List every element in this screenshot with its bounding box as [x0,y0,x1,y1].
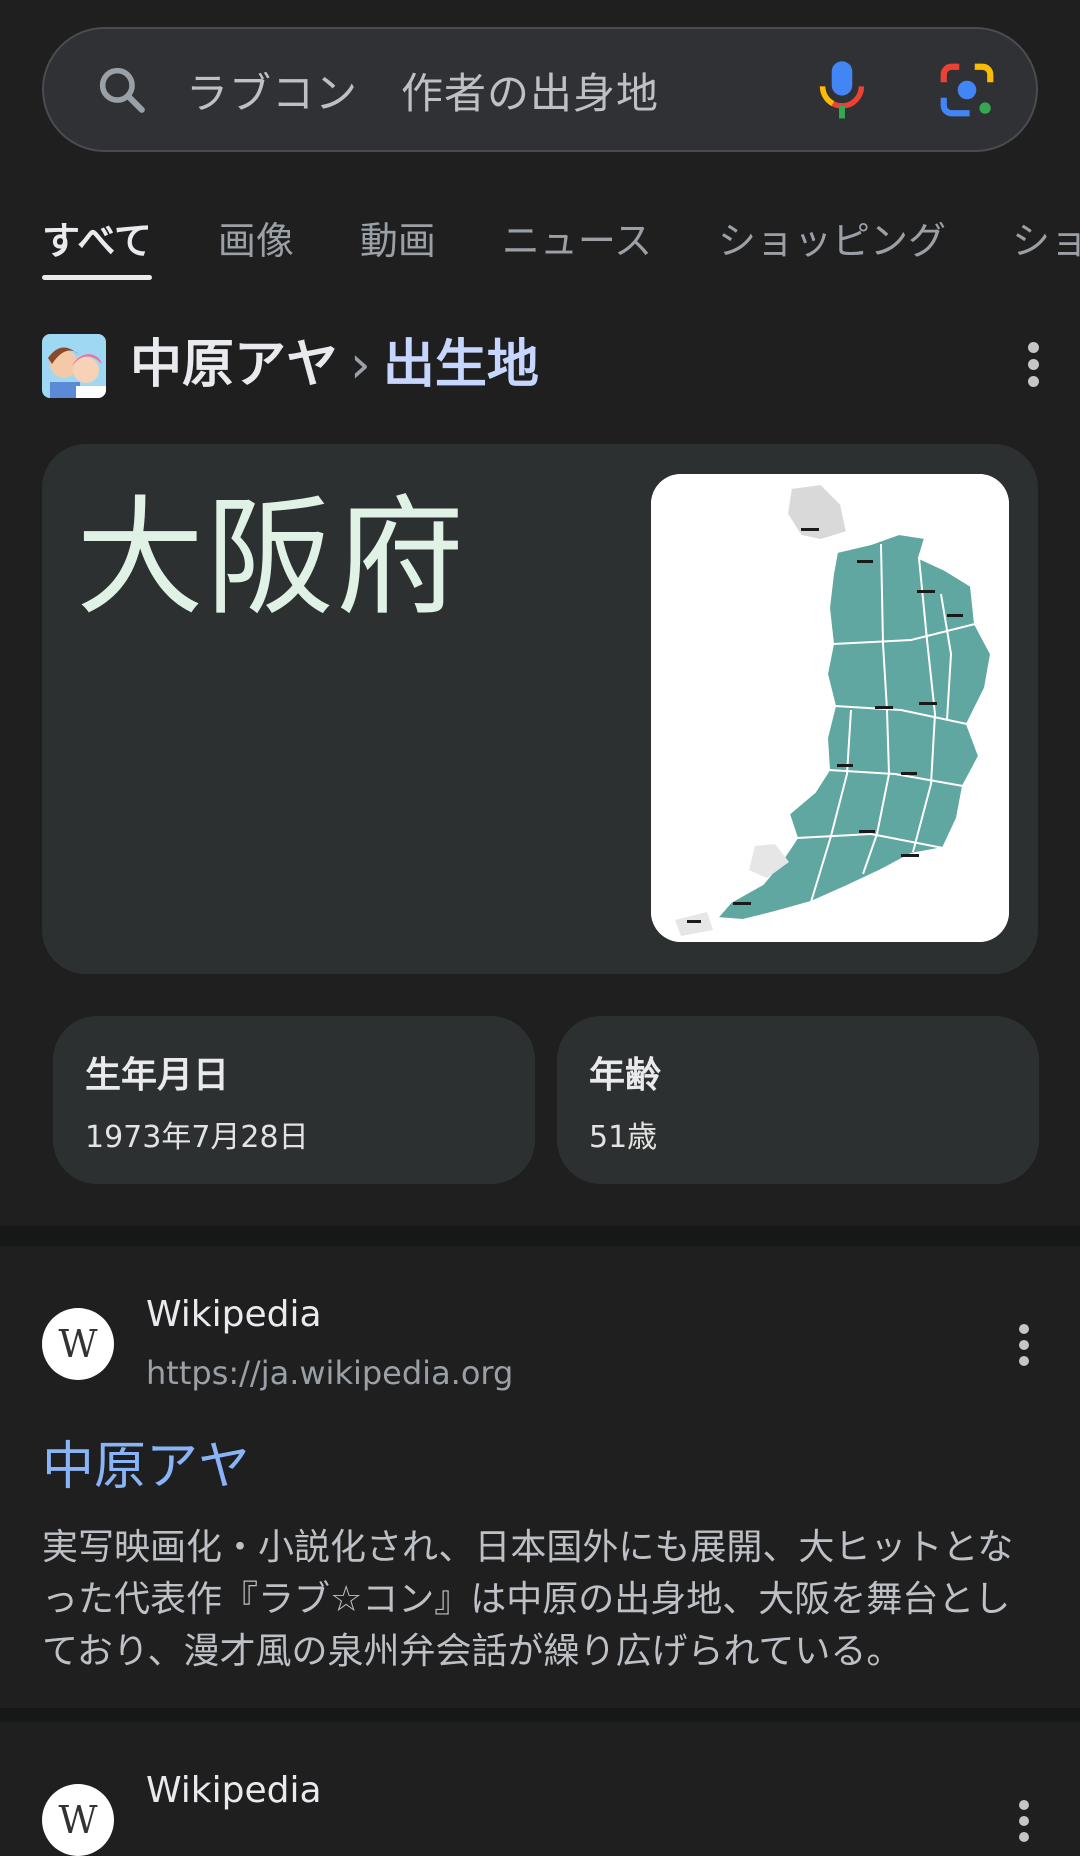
entity-avatar[interactable] [42,334,106,398]
answer-card[interactable]: 大阪府 [42,444,1038,974]
osaka-map-image[interactable] [651,474,1009,942]
entity-name[interactable]: 中原アヤ [130,335,338,395]
search-input[interactable] [184,59,824,121]
section-divider [0,1708,1080,1722]
tab-all[interactable]: すべて [42,210,152,280]
answer-value: 大阪府 [76,484,467,633]
tab-images[interactable]: 画像 [218,210,294,272]
more-options-icon[interactable] [1028,342,1042,393]
fact-value: 51歳 [589,1120,658,1155]
search-bar[interactable] [42,27,1038,152]
fact-label: 年齢 [589,1055,662,1096]
tab-shorts[interactable]: ショー [1012,210,1080,272]
tab-shopping[interactable]: ショッピング [718,210,946,272]
google-lens-icon[interactable] [936,59,998,121]
site-name[interactable]: Wikipedia [146,1294,322,1335]
search-result: W Wikipedia [0,1722,1080,1856]
microphone-icon[interactable] [814,59,870,123]
tab-videos[interactable]: 動画 [360,210,436,272]
breadcrumb-separator: › [350,335,371,395]
wikipedia-favicon-icon[interactable]: W [42,1308,114,1380]
entity-title[interactable]: 中原アヤ › 出生地 [130,332,539,398]
search-icon[interactable] [94,62,150,118]
search-result: W Wikipedia https://ja.wikipedia.org 中原ア… [0,1246,1080,1706]
fact-label: 生年月日 [85,1055,230,1096]
search-tabs: すべて 画像 動画 ニュース ショッピング ショー [42,210,1080,280]
section-divider [0,1226,1080,1246]
wikipedia-favicon-icon[interactable]: W [42,1784,114,1856]
result-snippet: 実写映画化・小説化され、日本国外にも展開、大ヒットとなった代表作『ラブ☆コン』は… [42,1527,1014,1672]
entity-attribute: 出生地 [382,335,539,395]
fact-age[interactable]: 年齢 51歳 [557,1016,1039,1184]
fact-value: 1973年7月28日 [85,1120,309,1155]
more-options-icon[interactable] [1019,1800,1033,1848]
site-name[interactable]: Wikipedia [146,1770,322,1811]
fact-birthdate[interactable]: 生年月日 1973年7月28日 [53,1016,535,1184]
tab-news[interactable]: ニュース [502,210,652,272]
site-url[interactable]: https://ja.wikipedia.org [146,1354,513,1392]
result-title-link[interactable]: 中原アヤ [42,1424,250,1499]
more-options-icon[interactable] [1019,1324,1033,1372]
entity-header: 中原アヤ › 出生地 [42,332,1039,398]
